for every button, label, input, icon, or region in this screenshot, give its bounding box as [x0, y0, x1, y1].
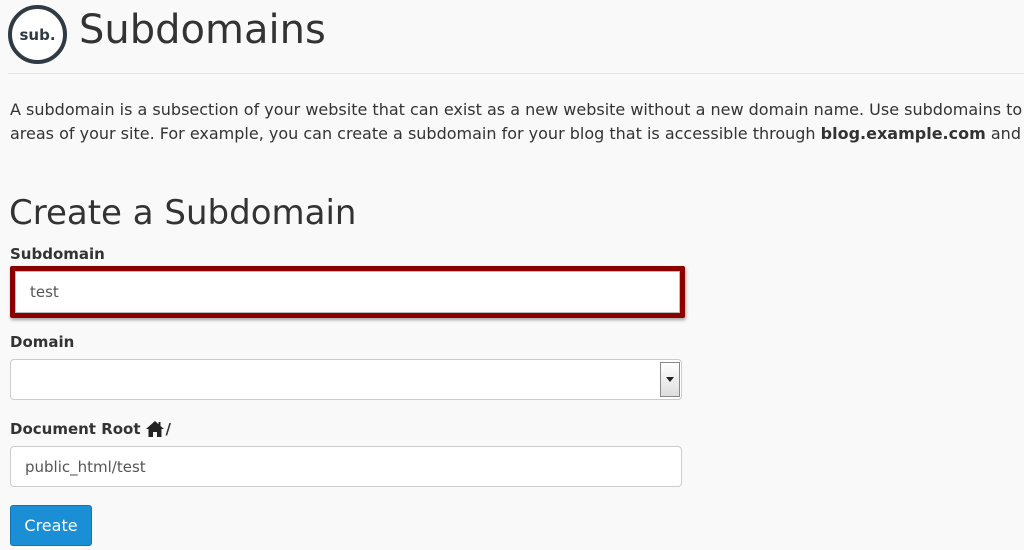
document-root-slash: /: [165, 420, 172, 438]
domain-select[interactable]: [10, 359, 682, 400]
page-description: A subdomain is a subsection of your webs…: [10, 98, 1024, 146]
description-conjunction: and: [985, 124, 1024, 143]
home-icon: [145, 421, 164, 437]
dropdown-arrow-button[interactable]: [660, 362, 680, 397]
subdomains-page: sub. Subdomains A subdomain is a subsect…: [0, 0, 1024, 550]
description-line-2: areas of your site. For example, you can…: [10, 122, 1024, 146]
description-line-1: A subdomain is a subsection of your webs…: [10, 100, 1024, 119]
subdomain-input[interactable]: [15, 271, 680, 313]
description-line-2-text: areas of your site. For example, you can…: [10, 124, 821, 143]
page-title: Subdomains: [79, 7, 326, 53]
chevron-down-icon: [666, 377, 674, 382]
document-root-label-text: Document Root: [10, 420, 141, 438]
document-root-input[interactable]: [10, 446, 682, 487]
domain-label: Domain: [10, 333, 75, 351]
create-button[interactable]: Create: [10, 505, 92, 546]
section-title: Create a Subdomain: [9, 193, 357, 233]
subdomain-label: Subdomain: [10, 245, 105, 263]
logo-text: sub.: [19, 25, 56, 44]
sub-logo-icon: sub.: [8, 5, 67, 64]
header-divider: [8, 73, 1024, 74]
document-root-label: Document Root /: [10, 420, 171, 438]
example-blog-domain: blog.example.com: [820, 124, 986, 143]
page-header: sub. Subdomains: [0, 0, 1024, 74]
